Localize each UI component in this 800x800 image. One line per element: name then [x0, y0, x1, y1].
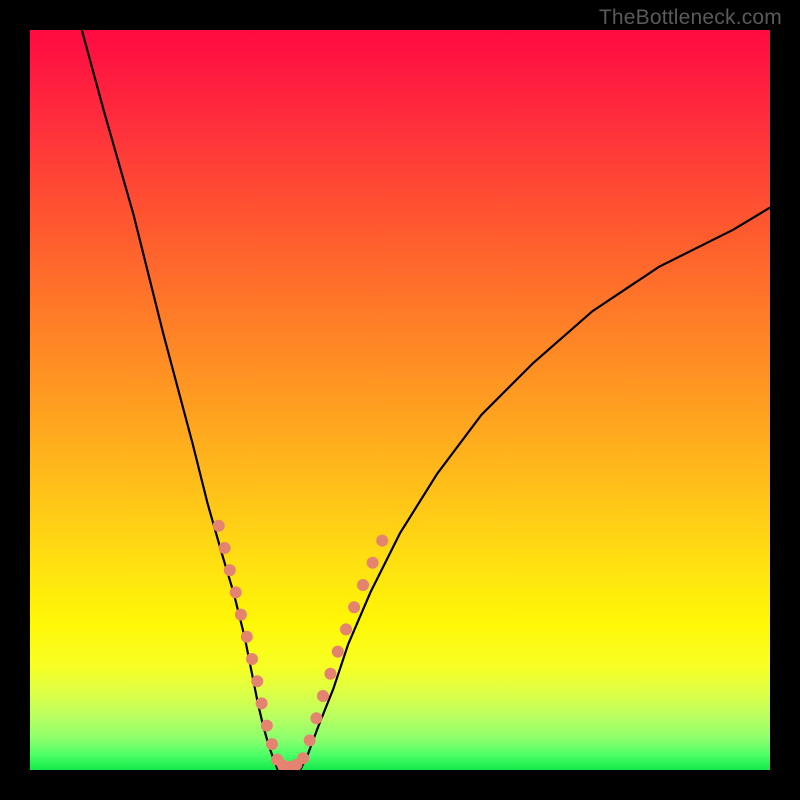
- data-point: [230, 586, 242, 598]
- data-point: [246, 653, 258, 665]
- chart-svg: [30, 30, 770, 770]
- data-point: [304, 734, 316, 746]
- data-point: [251, 675, 263, 687]
- data-point: [219, 542, 231, 554]
- data-point: [348, 601, 360, 613]
- data-point: [266, 738, 278, 750]
- watermark-text: TheBottleneck.com: [599, 6, 782, 30]
- data-point: [224, 564, 236, 576]
- data-point: [376, 535, 388, 547]
- data-point: [310, 712, 322, 724]
- data-point: [340, 623, 352, 635]
- data-point: [297, 752, 309, 764]
- chart-frame: TheBottleneck.com: [0, 0, 800, 800]
- data-point: [213, 520, 225, 532]
- plot-area: [30, 30, 770, 770]
- data-point: [357, 579, 369, 591]
- data-points: [213, 520, 389, 770]
- data-point: [317, 690, 329, 702]
- right-curve: [300, 208, 770, 770]
- data-point: [367, 557, 379, 569]
- data-point: [241, 631, 253, 643]
- data-point: [332, 646, 344, 658]
- data-point: [261, 720, 273, 732]
- data-point: [235, 609, 247, 621]
- data-point: [256, 697, 268, 709]
- data-point: [324, 668, 336, 680]
